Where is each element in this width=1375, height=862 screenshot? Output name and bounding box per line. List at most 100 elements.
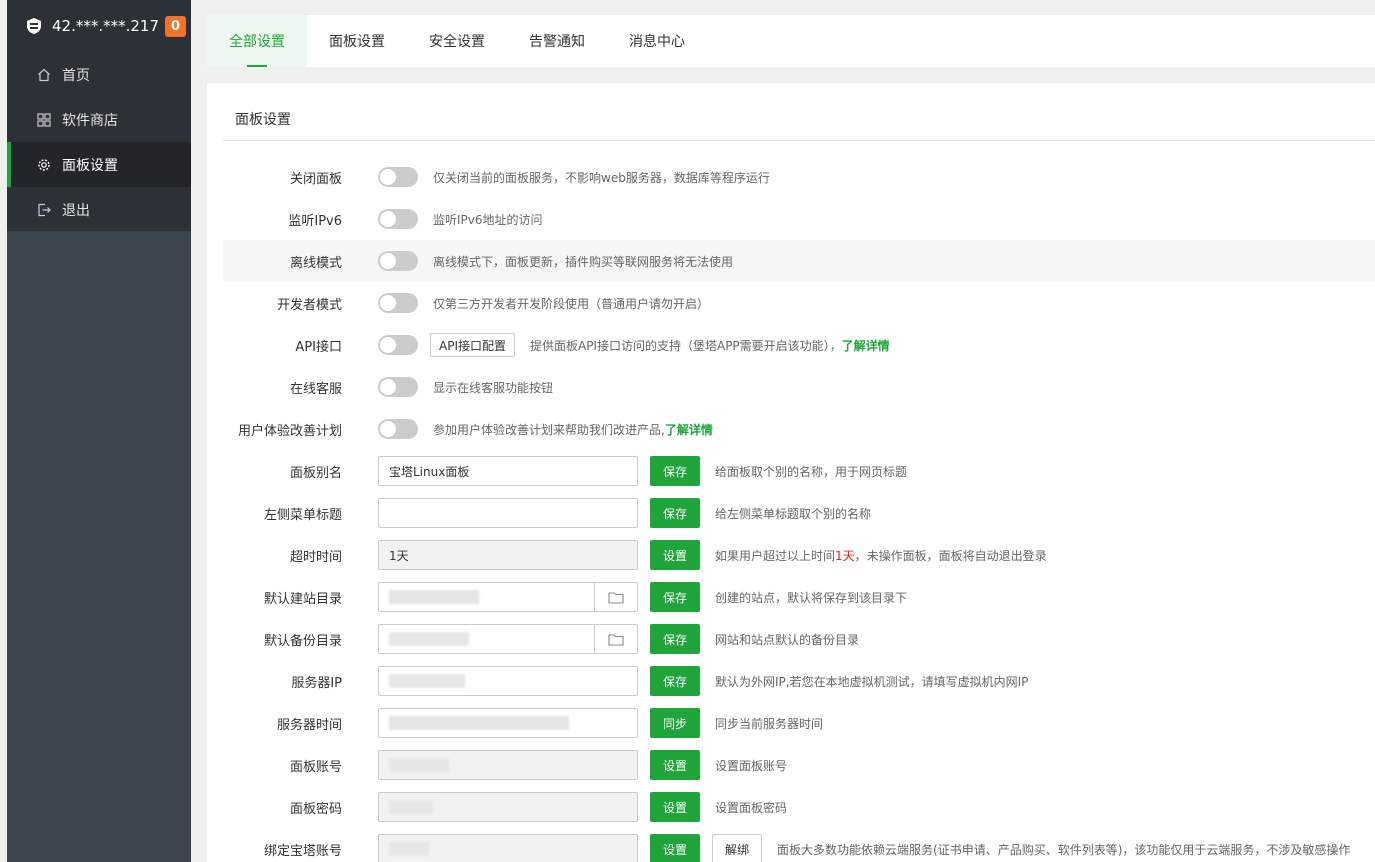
- setting-row-ipv6: 监听IPv6 监听IPv6地址的访问: [223, 198, 1375, 240]
- gear-icon: [37, 158, 51, 172]
- ux-desc-text: 参加用户体验改善计划来帮助我们改进产品,: [433, 422, 665, 437]
- timeout-desc-prefix: 如果用户超过以上时间: [715, 548, 836, 563]
- setting-description: 给面板取个别的名称，用于网页标题: [715, 464, 908, 479]
- setting-row-ux-plan: 用户体验改善计划 参加用户体验改善计划来帮助我们改进产品,了解详情: [223, 408, 1375, 450]
- setting-label: 左侧菜单标题: [263, 507, 342, 523]
- tab-alert-notifications[interactable]: 告警通知: [507, 15, 607, 67]
- setting-description: 创建的站点，默认将保存到该目录下: [715, 590, 908, 605]
- grid-icon: [37, 112, 51, 127]
- setting-description: 如果用户超过以上时间1天，未操作面板，面板将自动退出登录: [715, 547, 1047, 564]
- site-dir-browse-button[interactable]: [594, 582, 638, 612]
- setting-row-server-ip: 服务器IP 保存 默认为外网IP,若您在本地虚拟机测试，请填写虚拟机内网IP: [223, 660, 1375, 702]
- setting-label: 面板账号: [289, 759, 342, 775]
- setting-label: 关闭面板: [289, 171, 342, 187]
- api-learn-more-link[interactable]: 了解详情: [842, 339, 890, 353]
- setting-label: 默认备份目录: [263, 633, 342, 649]
- save-site-dir-button[interactable]: 保存: [650, 582, 700, 612]
- sync-time-button[interactable]: 同步: [650, 708, 700, 738]
- online-service-toggle[interactable]: [378, 377, 418, 397]
- redacted-value: [389, 758, 449, 772]
- server-time-input[interactable]: [378, 708, 638, 738]
- sidebar-item-panel-settings[interactable]: 面板设置: [7, 142, 191, 187]
- setting-description: 参加用户体验改善计划来帮助我们改进产品,了解详情: [433, 421, 713, 438]
- tab-message-center[interactable]: 消息中心: [607, 15, 707, 67]
- timeout-input[interactable]: 1天: [378, 540, 638, 570]
- set-password-button[interactable]: 设置: [650, 792, 700, 822]
- bind-account-input[interactable]: [378, 834, 638, 862]
- site-dir-input[interactable]: [378, 582, 594, 612]
- setting-label: 用户体验改善计划: [237, 423, 342, 439]
- setting-label: 服务器时间: [276, 717, 342, 733]
- backup-dir-input[interactable]: [378, 624, 594, 654]
- ux-plan-toggle[interactable]: [378, 419, 418, 439]
- setting-label: 服务器IP: [291, 675, 342, 691]
- setting-row-online-service: 在线客服 显示在线客服功能按钮: [223, 366, 1375, 408]
- save-alias-button[interactable]: 保存: [650, 456, 700, 486]
- setting-row-backup-dir: 默认备份目录 保存 网站和站点默认的备份目录: [223, 618, 1375, 660]
- sidebar-item-logout[interactable]: 退出: [7, 187, 191, 232]
- save-menu-title-button[interactable]: 保存: [650, 498, 700, 528]
- setting-description: 网站和站点默认的备份目录: [715, 632, 860, 647]
- sidebar-item-label: 首页: [62, 67, 90, 84]
- sidebar-edge: [0, 0, 7, 862]
- redacted-value: [389, 632, 469, 646]
- ux-learn-more-link[interactable]: 了解详情: [665, 423, 713, 437]
- message-count-badge[interactable]: 0: [165, 15, 186, 37]
- setting-description: 离线模式下，面板更新，插件购买等联网服务将无法使用: [433, 254, 734, 269]
- offline-mode-toggle[interactable]: [378, 251, 418, 271]
- unbind-button[interactable]: 解绑: [712, 834, 763, 862]
- setting-row-menu-title: 左侧菜单标题 保存 给左侧菜单标题取个别的名称: [223, 492, 1375, 534]
- sidebar-item-home[interactable]: 首页: [7, 52, 191, 97]
- tab-security-settings[interactable]: 安全设置: [407, 15, 507, 67]
- ipv6-toggle[interactable]: [378, 209, 418, 229]
- api-config-button[interactable]: API接口配置: [430, 333, 515, 357]
- close-panel-toggle[interactable]: [378, 167, 418, 187]
- developer-mode-toggle[interactable]: [378, 293, 418, 313]
- redacted-value: [389, 590, 479, 604]
- redacted-value: [389, 716, 569, 730]
- set-bind-account-button[interactable]: 设置: [650, 834, 700, 862]
- home-icon: [37, 68, 51, 82]
- setting-description: 仅关闭当前的面板服务，不影响web服务器，数据库等程序运行: [433, 170, 770, 185]
- menu-title-input[interactable]: [378, 498, 638, 528]
- api-toggle[interactable]: [378, 335, 418, 355]
- setting-label: 面板密码: [289, 801, 342, 817]
- setting-label: 在线客服: [289, 381, 342, 397]
- setting-label: 开发者模式: [276, 297, 342, 313]
- sidebar-item-label: 软件商店: [62, 112, 118, 129]
- setting-row-server-time: 服务器时间 同步 同步当前服务器时间: [223, 702, 1375, 744]
- redacted-value: [389, 842, 429, 856]
- setting-label: 监听IPv6: [288, 213, 342, 229]
- save-server-ip-button[interactable]: 保存: [650, 666, 700, 696]
- timeout-desc-highlight: 1天: [835, 548, 855, 563]
- panel-alias-input[interactable]: 宝塔Linux面板: [378, 456, 638, 486]
- server-ip-input[interactable]: [378, 666, 638, 696]
- save-backup-dir-button[interactable]: 保存: [650, 624, 700, 654]
- setting-label: 绑定宝塔账号: [263, 843, 342, 859]
- panel-account-input[interactable]: [378, 750, 638, 780]
- timeout-desc-suffix: ，未操作面板，面板将自动退出登录: [854, 548, 1047, 563]
- backup-dir-browse-button[interactable]: [594, 624, 638, 654]
- set-timeout-button[interactable]: 设置: [650, 540, 700, 570]
- setting-description: 同步当前服务器时间: [715, 716, 824, 731]
- setting-label: 面板别名: [289, 465, 342, 481]
- settings-panel: 面板设置 关闭面板 仅关闭当前的面板服务，不影响web服务器，数据库等程序运行 …: [207, 83, 1375, 862]
- set-account-button[interactable]: 设置: [650, 750, 700, 780]
- sidebar-header: 42.***.***.217 0: [7, 0, 191, 52]
- setting-row-panel-alias: 面板别名 宝塔Linux面板 保存 给面板取个别的名称，用于网页标题: [223, 450, 1375, 492]
- panel-password-input[interactable]: [378, 792, 638, 822]
- tab-panel-settings[interactable]: 面板设置: [307, 15, 407, 67]
- setting-row-developer-mode: 开发者模式 仅第三方开发者开发阶段使用（普通用户请勿开启）: [223, 282, 1375, 324]
- sidebar-item-software-store[interactable]: 软件商店: [7, 97, 191, 142]
- setting-row-site-dir: 默认建站目录 保存 创建的站点，默认将保存到该目录下: [223, 576, 1375, 618]
- setting-description: 仅第三方开发者开发阶段使用（普通用户请勿开启）: [433, 296, 710, 311]
- setting-description: 面板大多数功能依赖云端服务(证书申请、产品购买、软件列表等)，该功能仅用于云端服…: [777, 842, 1351, 857]
- folder-icon: [608, 591, 624, 604]
- setting-row-timeout: 超时时间 1天 设置 如果用户超过以上时间1天，未操作面板，面板将自动退出登录: [223, 534, 1375, 576]
- app-root: 42.***.***.217 0 首页 软件商店 面板设置 退出 全部设置 面板…: [0, 0, 1375, 862]
- tab-all-settings[interactable]: 全部设置: [207, 15, 307, 67]
- redacted-value: [389, 674, 465, 688]
- setting-row-offline-mode: 离线模式 离线模式下，面板更新，插件购买等联网服务将无法使用: [223, 240, 1375, 282]
- setting-description: 给左侧菜单标题取个别的名称: [715, 506, 872, 521]
- setting-row-panel-password: 面板密码 设置 设置面板密码: [223, 786, 1375, 828]
